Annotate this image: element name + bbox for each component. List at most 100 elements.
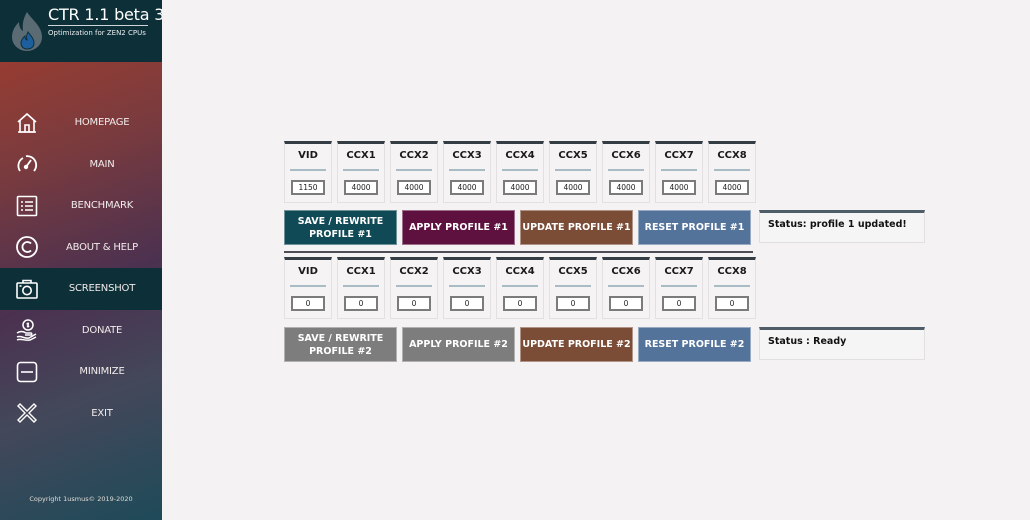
cell-divider xyxy=(714,169,750,171)
sidebar-item-label: HOMEPAGE xyxy=(74,117,130,129)
ccx5-input[interactable]: 4000 xyxy=(556,180,590,195)
app-title: CTR 1.1 beta 3 xyxy=(48,5,165,24)
sidebar-item-minimize[interactable]: MINIMIZE xyxy=(0,351,162,393)
ccx2-input[interactable]: 0 xyxy=(397,296,431,311)
ccx3-cell: CCX3 4000 xyxy=(443,141,491,203)
cell-label: CCX8 xyxy=(717,266,747,277)
sidebar-item-label: BENCHMARK xyxy=(70,200,134,212)
main-panel: VID 1150 CCX1 4000 CCX2 4000 CCX3 4000 CCX4 4… xyxy=(162,0,1030,520)
save-profile-1-button[interactable]: SAVE / REWRITE PROFILE #1 xyxy=(284,210,397,245)
vid-input[interactable]: 1150 xyxy=(291,180,325,195)
cell-label: CCX7 xyxy=(664,266,694,277)
vid-input[interactable]: 0 xyxy=(291,296,325,311)
sidebar-nav: HOMEPAGE MAIN BENCHMARK ABOUT & HELP SCR… xyxy=(0,102,162,434)
cell-label: CCX1 xyxy=(346,150,376,161)
cell-divider xyxy=(449,285,485,287)
apply-profile-2-button[interactable]: APPLY PROFILE #2 xyxy=(402,327,515,362)
cell-label: VID xyxy=(298,150,318,161)
update-profile-1-button[interactable]: UPDATE PROFILE #1 xyxy=(520,210,633,245)
sidebar-item-main[interactable]: MAIN xyxy=(0,144,162,186)
cell-label: CCX4 xyxy=(505,266,535,277)
cell-label: CCX7 xyxy=(664,150,694,161)
ccx4-cell: CCX4 0 xyxy=(496,257,544,319)
ccx1-input[interactable]: 4000 xyxy=(344,180,378,195)
reset-profile-1-button[interactable]: RESET PROFILE #1 xyxy=(638,210,751,245)
cell-label: CCX5 xyxy=(558,150,588,161)
cell-label: CCX3 xyxy=(452,266,482,277)
cell-divider xyxy=(449,169,485,171)
ccx6-input[interactable]: 4000 xyxy=(609,180,643,195)
cell-label: CCX2 xyxy=(399,150,429,161)
ccx7-cell: CCX7 0 xyxy=(655,257,703,319)
cell-divider xyxy=(290,169,326,171)
home-icon xyxy=(17,112,37,133)
reset-profile-2-button[interactable]: RESET PROFILE #2 xyxy=(638,327,751,362)
sidebar-item-label: MINIMIZE xyxy=(79,366,125,378)
sidebar-item-exit[interactable]: EXIT xyxy=(0,393,162,435)
copyright-icon xyxy=(16,236,38,259)
ccx2-cell: CCX2 0 xyxy=(390,257,438,319)
cell-divider xyxy=(661,169,697,171)
ccx6-cell: CCX6 4000 xyxy=(602,141,650,203)
ccx6-input[interactable]: 0 xyxy=(609,296,643,311)
ccx2-input[interactable]: 4000 xyxy=(397,180,431,195)
cell-divider xyxy=(608,169,644,171)
ccx7-input[interactable]: 4000 xyxy=(662,180,696,195)
app-subtitle: Optimization for ZEN2 CPUs xyxy=(48,29,146,37)
cell-label: CCX2 xyxy=(399,266,429,277)
cell-divider xyxy=(343,169,379,171)
profile-2-status: Status : Ready xyxy=(759,327,925,360)
save-profile-2-button[interactable]: SAVE / REWRITE PROFILE #2 xyxy=(284,327,397,362)
cell-divider xyxy=(555,285,591,287)
vid-cell: VID 1150 xyxy=(284,141,332,203)
apply-profile-1-button[interactable]: APPLY PROFILE #1 xyxy=(402,210,515,245)
sidebar-item-about-help[interactable]: ABOUT & HELP xyxy=(0,227,162,269)
profile-1-status: Status: profile 1 updated! xyxy=(759,210,925,243)
cell-divider xyxy=(555,169,591,171)
copyright-text: Copyright 1usmus© 2019-2020 xyxy=(29,495,133,503)
ccx8-cell: CCX8 0 xyxy=(708,257,756,319)
sidebar-item-benchmark[interactable]: BENCHMARK xyxy=(0,185,162,227)
sidebar-item-label: MAIN xyxy=(89,158,115,170)
cell-label: VID xyxy=(298,266,318,277)
ccx8-input[interactable]: 4000 xyxy=(715,180,749,195)
ccx3-input[interactable]: 4000 xyxy=(450,180,484,195)
title-divider xyxy=(48,25,148,26)
ccx5-cell: CCX5 0 xyxy=(549,257,597,319)
profile-2-actions: SAVE / REWRITE PROFILE #2 APPLY PROFILE … xyxy=(284,327,751,362)
app-window: CTR 1.1 beta 3 Optimization for ZEN2 CPU… xyxy=(0,0,1030,520)
sidebar-item-label: ABOUT & HELP xyxy=(65,241,139,253)
ccx7-cell: CCX7 4000 xyxy=(655,141,703,203)
cell-divider xyxy=(502,169,538,171)
cell-divider xyxy=(608,285,644,287)
speedometer-icon xyxy=(17,155,38,172)
ccx3-input[interactable]: 0 xyxy=(450,296,484,311)
status-text: Status : Ready xyxy=(768,336,847,347)
ccx1-input[interactable]: 0 xyxy=(344,296,378,311)
update-profile-2-button[interactable]: UPDATE PROFILE #2 xyxy=(520,327,633,362)
cell-label: CCX1 xyxy=(346,266,376,277)
ccx4-input[interactable]: 0 xyxy=(503,296,537,311)
close-icon xyxy=(17,403,37,424)
list-icon xyxy=(16,195,38,217)
sidebar-item-homepage[interactable]: HOMEPAGE xyxy=(0,102,162,144)
profile-1-actions: SAVE / REWRITE PROFILE #1 APPLY PROFILE … xyxy=(284,210,751,245)
ccx1-cell: CCX1 4000 xyxy=(337,141,385,203)
ccx7-input[interactable]: 0 xyxy=(662,296,696,311)
sidebar-item-screenshot[interactable]: SCREENSHOT xyxy=(0,268,162,310)
sidebar-item-label: DONATE xyxy=(81,324,123,336)
sidebar-item-donate[interactable]: DONATE xyxy=(0,310,162,352)
profile-1-cells: VID 1150 CCX1 4000 CCX2 4000 CCX3 4000 CCX4 4… xyxy=(284,141,756,203)
cell-divider xyxy=(661,285,697,287)
camera-icon xyxy=(16,279,38,299)
ccx4-input[interactable]: 4000 xyxy=(503,180,537,195)
ccx2-cell: CCX2 4000 xyxy=(390,141,438,203)
ccx5-input[interactable]: 0 xyxy=(556,296,590,311)
ccx1-cell: CCX1 0 xyxy=(337,257,385,319)
ccx5-cell: CCX5 4000 xyxy=(549,141,597,203)
cell-divider xyxy=(343,285,379,287)
ccx8-input[interactable]: 0 xyxy=(715,296,749,311)
cell-label: CCX6 xyxy=(611,266,641,277)
profile-divider xyxy=(284,251,753,253)
sidebar-header: CTR 1.1 beta 3 Optimization for ZEN2 CPU… xyxy=(0,0,165,62)
